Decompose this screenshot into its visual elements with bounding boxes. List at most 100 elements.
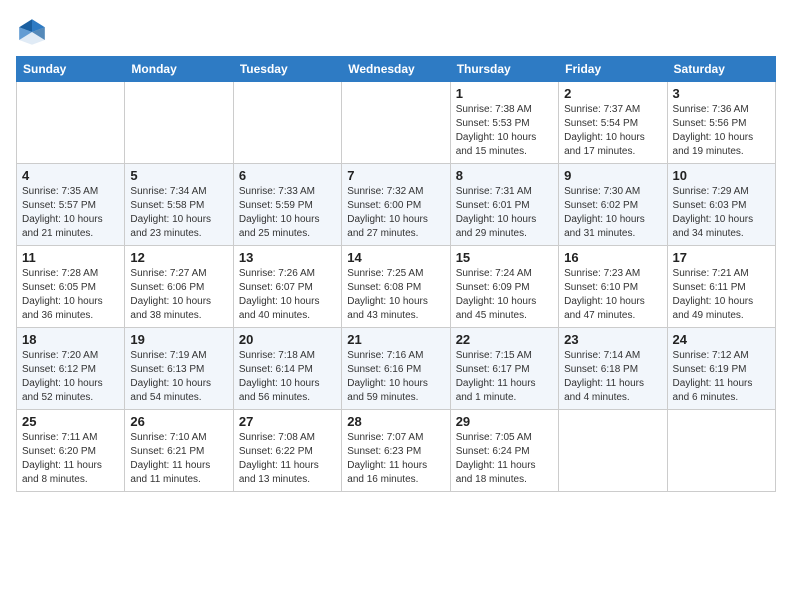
- cell-content: Sunrise: 7:26 AM Sunset: 6:07 PM Dayligh…: [239, 267, 336, 323]
- day-number: 13: [239, 250, 336, 265]
- cell-content: Sunrise: 7:19 AM Sunset: 6:13 PM Dayligh…: [130, 349, 227, 405]
- calendar-cell: 13 Sunrise: 7:26 AM Sunset: 6:07 PM Dayli…: [233, 246, 341, 328]
- day-number: 23: [564, 332, 661, 347]
- cell-content: Sunrise: 7:16 AM Sunset: 6:16 PM Dayligh…: [347, 349, 444, 405]
- calendar-cell: 16 Sunrise: 7:23 AM Sunset: 6:10 PM Dayli…: [559, 246, 667, 328]
- calendar-cell: 3 Sunrise: 7:36 AM Sunset: 5:56 PM Daylig…: [667, 82, 775, 164]
- cell-content: Sunrise: 7:36 AM Sunset: 5:56 PM Dayligh…: [673, 103, 770, 159]
- cell-content: Sunrise: 7:38 AM Sunset: 5:53 PM Dayligh…: [456, 103, 553, 159]
- cell-content: Sunrise: 7:29 AM Sunset: 6:03 PM Dayligh…: [673, 185, 770, 241]
- calendar-cell: 10 Sunrise: 7:29 AM Sunset: 6:03 PM Dayli…: [667, 164, 775, 246]
- day-number: 12: [130, 250, 227, 265]
- calendar-table: SundayMondayTuesdayWednesdayThursdayFrid…: [16, 56, 776, 492]
- header-row: SundayMondayTuesdayWednesdayThursdayFrid…: [17, 57, 776, 82]
- calendar-cell: [125, 82, 233, 164]
- calendar-cell: 24Sunrise: 7:12 AM Sunset: 6:19 PM Dayli…: [667, 328, 775, 410]
- calendar-cell: 7 Sunrise: 7:32 AM Sunset: 6:00 PM Daylig…: [342, 164, 450, 246]
- calendar-week-1: 4Sunrise: 7:35 AM Sunset: 5:57 PM Daylig…: [17, 164, 776, 246]
- calendar-cell: 5 Sunrise: 7:34 AM Sunset: 5:58 PM Daylig…: [125, 164, 233, 246]
- day-number: 2: [564, 86, 661, 101]
- day-header-sunday: Sunday: [17, 57, 125, 82]
- cell-content: Sunrise: 7:37 AM Sunset: 5:54 PM Dayligh…: [564, 103, 661, 159]
- cell-content: Sunrise: 7:20 AM Sunset: 6:12 PM Dayligh…: [22, 349, 119, 405]
- calendar-cell: [17, 82, 125, 164]
- cell-content: Sunrise: 7:25 AM Sunset: 6:08 PM Dayligh…: [347, 267, 444, 323]
- calendar-cell: 11 Sunrise: 7:28 AM Sunset: 6:05 PM Dayli…: [17, 246, 125, 328]
- calendar-week-0: 1 Sunrise: 7:38 AM Sunset: 5:53 PM Daylig…: [17, 82, 776, 164]
- header: [16, 16, 776, 48]
- calendar-cell: 18 Sunrise: 7:20 AM Sunset: 6:12 PM Dayli…: [17, 328, 125, 410]
- calendar-cell: 25 Sunrise: 7:11 AM Sunset: 6:20 PM Dayli…: [17, 410, 125, 492]
- day-number: 1: [456, 86, 553, 101]
- calendar-cell: 19 Sunrise: 7:19 AM Sunset: 6:13 PM Dayli…: [125, 328, 233, 410]
- calendar-cell: 6 Sunrise: 7:33 AM Sunset: 5:59 PM Daylig…: [233, 164, 341, 246]
- calendar-cell: 21 Sunrise: 7:16 AM Sunset: 6:16 PM Dayli…: [342, 328, 450, 410]
- calendar-body: 1 Sunrise: 7:38 AM Sunset: 5:53 PM Daylig…: [17, 82, 776, 492]
- day-number: 16: [564, 250, 661, 265]
- day-number: 17: [673, 250, 770, 265]
- day-number: 19: [130, 332, 227, 347]
- cell-content: Sunrise: 7:31 AM Sunset: 6:01 PM Dayligh…: [456, 185, 553, 241]
- calendar-week-4: 25 Sunrise: 7:11 AM Sunset: 6:20 PM Dayli…: [17, 410, 776, 492]
- calendar-cell: [667, 410, 775, 492]
- calendar-header: SundayMondayTuesdayWednesdayThursdayFrid…: [17, 57, 776, 82]
- day-number: 20: [239, 332, 336, 347]
- day-header-tuesday: Tuesday: [233, 57, 341, 82]
- day-number: 5: [130, 168, 227, 183]
- cell-content: Sunrise: 7:18 AM Sunset: 6:14 PM Dayligh…: [239, 349, 336, 405]
- day-number: 21: [347, 332, 444, 347]
- calendar-cell: 14 Sunrise: 7:25 AM Sunset: 6:08 PM Dayli…: [342, 246, 450, 328]
- day-number: 15: [456, 250, 553, 265]
- day-header-friday: Friday: [559, 57, 667, 82]
- calendar-week-3: 18 Sunrise: 7:20 AM Sunset: 6:12 PM Dayli…: [17, 328, 776, 410]
- day-number: 7: [347, 168, 444, 183]
- day-number: 29: [456, 414, 553, 429]
- day-number: 3: [673, 86, 770, 101]
- cell-content: Sunrise: 7:07 AM Sunset: 6:23 PM Dayligh…: [347, 431, 444, 487]
- day-number: 8: [456, 168, 553, 183]
- day-header-thursday: Thursday: [450, 57, 558, 82]
- cell-content: Sunrise: 7:32 AM Sunset: 6:00 PM Dayligh…: [347, 185, 444, 241]
- day-number: 25: [22, 414, 119, 429]
- cell-content: Sunrise: 7:10 AM Sunset: 6:21 PM Dayligh…: [130, 431, 227, 487]
- calendar-week-2: 11 Sunrise: 7:28 AM Sunset: 6:05 PM Dayli…: [17, 246, 776, 328]
- calendar-cell: 29 Sunrise: 7:05 AM Sunset: 6:24 PM Dayli…: [450, 410, 558, 492]
- calendar-cell: [342, 82, 450, 164]
- cell-content: Sunrise: 7:27 AM Sunset: 6:06 PM Dayligh…: [130, 267, 227, 323]
- calendar-cell: 27 Sunrise: 7:08 AM Sunset: 6:22 PM Dayli…: [233, 410, 341, 492]
- calendar-cell: 1 Sunrise: 7:38 AM Sunset: 5:53 PM Daylig…: [450, 82, 558, 164]
- day-number: 18: [22, 332, 119, 347]
- cell-content: Sunrise: 7:33 AM Sunset: 5:59 PM Dayligh…: [239, 185, 336, 241]
- day-number: 6: [239, 168, 336, 183]
- day-number: 22: [456, 332, 553, 347]
- day-number: 4: [22, 168, 119, 183]
- calendar-cell: 12 Sunrise: 7:27 AM Sunset: 6:06 PM Dayli…: [125, 246, 233, 328]
- cell-content: Sunrise: 7:24 AM Sunset: 6:09 PM Dayligh…: [456, 267, 553, 323]
- calendar-cell: 9Sunrise: 7:30 AM Sunset: 6:02 PM Daylig…: [559, 164, 667, 246]
- day-number: 24: [673, 332, 770, 347]
- cell-content: Sunrise: 7:34 AM Sunset: 5:58 PM Dayligh…: [130, 185, 227, 241]
- day-number: 11: [22, 250, 119, 265]
- calendar-cell: 2 Sunrise: 7:37 AM Sunset: 5:54 PM Daylig…: [559, 82, 667, 164]
- day-number: 14: [347, 250, 444, 265]
- calendar-cell: 17Sunrise: 7:21 AM Sunset: 6:11 PM Dayli…: [667, 246, 775, 328]
- day-number: 27: [239, 414, 336, 429]
- cell-content: Sunrise: 7:14 AM Sunset: 6:18 PM Dayligh…: [564, 349, 661, 405]
- cell-content: Sunrise: 7:23 AM Sunset: 6:10 PM Dayligh…: [564, 267, 661, 323]
- day-number: 10: [673, 168, 770, 183]
- calendar-cell: [559, 410, 667, 492]
- calendar-cell: 15 Sunrise: 7:24 AM Sunset: 6:09 PM Dayli…: [450, 246, 558, 328]
- cell-content: Sunrise: 7:11 AM Sunset: 6:20 PM Dayligh…: [22, 431, 119, 487]
- logo-icon: [16, 16, 48, 48]
- cell-content: Sunrise: 7:05 AM Sunset: 6:24 PM Dayligh…: [456, 431, 553, 487]
- cell-content: Sunrise: 7:08 AM Sunset: 6:22 PM Dayligh…: [239, 431, 336, 487]
- logo: [16, 16, 52, 48]
- cell-content: Sunrise: 7:30 AM Sunset: 6:02 PM Dayligh…: [564, 185, 661, 241]
- calendar-cell: 26 Sunrise: 7:10 AM Sunset: 6:21 PM Dayli…: [125, 410, 233, 492]
- calendar-cell: 8 Sunrise: 7:31 AM Sunset: 6:01 PM Daylig…: [450, 164, 558, 246]
- calendar-cell: 28Sunrise: 7:07 AM Sunset: 6:23 PM Dayli…: [342, 410, 450, 492]
- calendar-cell: 20 Sunrise: 7:18 AM Sunset: 6:14 PM Dayli…: [233, 328, 341, 410]
- cell-content: Sunrise: 7:28 AM Sunset: 6:05 PM Dayligh…: [22, 267, 119, 323]
- day-number: 26: [130, 414, 227, 429]
- calendar-cell: 23 Sunrise: 7:14 AM Sunset: 6:18 PM Dayli…: [559, 328, 667, 410]
